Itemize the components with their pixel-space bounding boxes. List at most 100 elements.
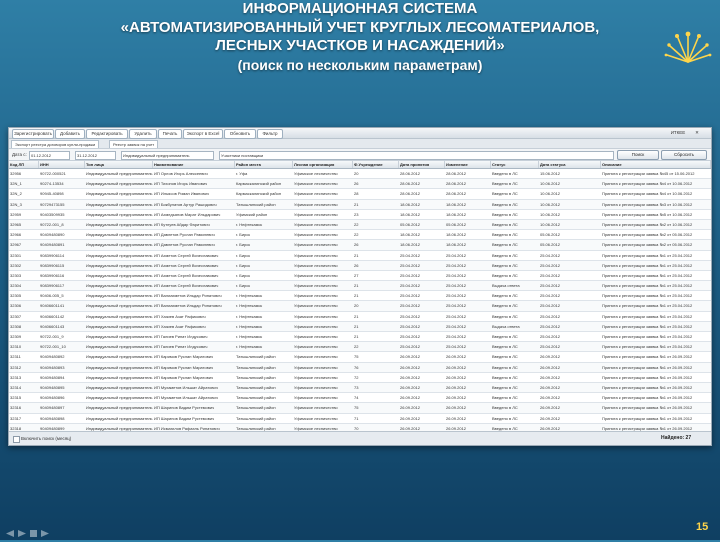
status-select[interactable]: Индивидуальный предприниматель xyxy=(121,151,214,160)
table-row[interactable]: 32310 90722-001_10 Индивидуальный предприн… xyxy=(9,342,711,353)
column-header[interactable]: Лесная организация xyxy=(293,161,353,168)
table-row[interactable]: 32301 90839906114 Индивидуальный предприни… xyxy=(9,250,711,261)
table-row[interactable]: 32N_2 90945-40898 Индивидуальный предприни… xyxy=(9,189,711,200)
table-cell: 25.04.2012 xyxy=(400,252,421,258)
table-cell: 90945-40898 xyxy=(40,191,64,197)
table-cell: 25.04.2012 xyxy=(400,262,421,268)
export-excel-button[interactable]: Экспорт в Excel xyxy=(183,129,223,139)
table-cell: Введено в ЛС xyxy=(492,181,518,187)
column-header[interactable]: Дата принятия xyxy=(399,161,445,168)
table-cell: 18.06.2012 xyxy=(400,201,421,207)
table-cell: г. Нефтекамск xyxy=(236,344,263,350)
table-cell: 25.04.2012 xyxy=(446,344,467,350)
table-cell: Принята к регистрации заявка №2 от 05.06… xyxy=(602,242,693,248)
table-cell: 32317 xyxy=(10,415,22,421)
table-row[interactable]: 32317 90409480898 Индивидуальный предприни… xyxy=(9,413,711,424)
table-cell: 90409480890 xyxy=(40,232,65,238)
table-row[interactable]: 32308 90406601143 Индивидуальный предприни… xyxy=(9,321,711,332)
table-cell: 18.06.2012 xyxy=(400,211,421,217)
table-cell: 90722-001_9 xyxy=(40,334,64,339)
table-row[interactable]: 32311 90409480892 Индивидуальный предприни… xyxy=(9,352,711,363)
column-header[interactable]: Изменение xyxy=(445,161,491,168)
table-cell: 21 xyxy=(354,293,359,299)
table-cell: Принята к регистрации заявка №4 от 10.06… xyxy=(602,191,693,197)
date-from-input[interactable]: 01.12.2012 xyxy=(29,151,70,160)
table-row[interactable]: 32N_3 90729473155 Индивидуальный предприни… xyxy=(9,199,711,210)
column-header[interactable]: Тип лица xyxy=(85,161,153,168)
search-input[interactable]: Участники поставщики xyxy=(219,151,614,160)
column-header[interactable]: Код ЛП xyxy=(9,161,39,168)
table-row[interactable]: 32316 90409480897 Индивидуальный предприни… xyxy=(9,403,711,414)
table-cell: 26.09.2012 xyxy=(400,405,421,411)
next-slide-icon[interactable] xyxy=(18,530,26,537)
table-cell: 26.09.2012 xyxy=(400,364,421,370)
filter-button[interactable]: Фильтр xyxy=(257,129,283,139)
table-cell: ИП Давлетов Руслан Рамилевич xyxy=(154,232,215,238)
table-row[interactable]: 32305 90406-005_5 Индивидуальный предприни… xyxy=(9,291,711,302)
table-cell: 25.04.2012 xyxy=(400,303,421,309)
table-cell: 26.09.2012 xyxy=(540,384,561,390)
table-cell: Введено в ЛС xyxy=(492,334,518,339)
table-cell: Введено в ЛС xyxy=(492,191,518,197)
table-row[interactable]: 32967 90409480891 Индивидуальный предприни… xyxy=(9,240,711,251)
forward-icon[interactable] xyxy=(41,530,49,537)
add-button[interactable]: Добавить xyxy=(55,129,85,139)
date-to-input[interactable]: 31.12.2012 xyxy=(75,151,116,160)
column-header[interactable]: Дата статуса xyxy=(539,161,601,168)
table-cell: Уфимский район xyxy=(236,211,268,217)
show-all-checkbox[interactable] xyxy=(13,436,20,443)
table-cell: 32305 xyxy=(10,293,22,299)
table-row[interactable]: 32304 90839906117 Индивидуальный предприни… xyxy=(9,281,711,292)
column-header[interactable]: Район места xyxy=(235,161,293,168)
table-row[interactable]: 32309 90722-001_9 Индивидуальный предприни… xyxy=(9,332,711,343)
table-cell: Принята к регистрации заявка №1 от 25.04… xyxy=(602,344,693,350)
table-row[interactable]: 32315 90409480896 Индивидуальный предприни… xyxy=(9,393,711,404)
table-row[interactable]: 32306 90406601141 Индивидуальный предприни… xyxy=(9,301,711,312)
table-row[interactable]: 32312 90409480893 Индивидуальный предприни… xyxy=(9,362,711,373)
table-row[interactable]: 32302 90839906115 Индивидуальный предприни… xyxy=(9,260,711,271)
clear-button[interactable]: Сбросить xyxy=(661,150,707,160)
column-header[interactable]: Описание xyxy=(601,161,711,168)
column-header[interactable]: Ф.Учреждение xyxy=(353,161,399,168)
table-cell: 26.09.2012 xyxy=(540,415,561,421)
column-header[interactable]: Статус xyxy=(491,161,539,168)
table-row[interactable]: 32959 90403509935 Индивидуальный предприни… xyxy=(9,209,711,220)
table-cell: Принята к регистрации заявка №1 от 26.09… xyxy=(602,364,693,370)
table-row[interactable]: 32313 90409480894 Индивидуальный предприни… xyxy=(9,372,711,383)
table-cell: ИП Валиахметов Ильдар Ринатович xyxy=(154,303,222,309)
table-row[interactable]: 32303 90839906116 Индивидуальный предприни… xyxy=(9,270,711,282)
table-row[interactable]: 32965 90722-001_8 Индивидуальный предприни… xyxy=(9,219,711,231)
refresh-button[interactable]: Обновить xyxy=(224,129,256,139)
table-cell: Татышлинский район xyxy=(236,415,276,421)
tab-export-registry[interactable]: Экспорт реестра договоров купли-продажи xyxy=(11,140,100,148)
table-cell: 25.04.2012 xyxy=(446,323,467,329)
table-cell: 18.06.2012 xyxy=(400,232,421,238)
edit-button[interactable]: Редактировать xyxy=(86,129,128,139)
prev-slide-icon[interactable] xyxy=(6,530,14,537)
column-header[interactable]: ИНН xyxy=(39,161,85,168)
column-header[interactable]: Наименование xyxy=(153,161,235,168)
print-button[interactable]: Печать xyxy=(158,129,182,139)
table-cell: Уфимское лесничество xyxy=(294,374,338,380)
menu-icon[interactable] xyxy=(30,530,37,537)
table-row[interactable]: 32307 90406601142 Индивидуальный предприни… xyxy=(9,311,711,322)
table-cell: Принята к регистрации заявка №1 от 26.09… xyxy=(602,415,693,421)
table-row[interactable]: 32956 90722-000521 Индивидуальный предприн… xyxy=(9,169,711,180)
table-cell: Татышлинский район xyxy=(236,364,276,370)
table-cell: Принята к регистрации заявка №1 от 26.09… xyxy=(602,395,693,401)
table-cell: Введено в ЛС xyxy=(492,344,518,350)
table-cell: Введено в ЛС xyxy=(492,272,518,278)
table-cell: 32313 xyxy=(10,374,22,380)
delete-button[interactable]: Удалить xyxy=(129,129,157,139)
tab-registry[interactable]: Реестр заявок на учет xyxy=(109,140,159,148)
table-row[interactable]: 32314 90409480895 Индивидуальный предприни… xyxy=(9,382,711,394)
table-cell: 25.04.2012 xyxy=(540,344,561,350)
title-line-3: ЛЕСНЫХ УЧАСТКОВ И НАСАЖДЕНИЙ» xyxy=(215,37,505,54)
table-cell: Индивидуальный предприниматель xyxy=(86,242,153,248)
tab-bar: Экспорт реестра договоров купли-продажи … xyxy=(9,139,711,149)
close-icon[interactable]: ✕ xyxy=(693,129,701,137)
table-row[interactable]: 32N_1 90274-13534 Индивидуальный предприни… xyxy=(9,179,711,190)
table-row[interactable]: 32966 90409480890 Индивидуальный предприни… xyxy=(9,230,711,241)
search-button[interactable]: Поиск xyxy=(617,150,659,160)
register-button[interactable]: Зарегистрировать xyxy=(12,129,54,139)
